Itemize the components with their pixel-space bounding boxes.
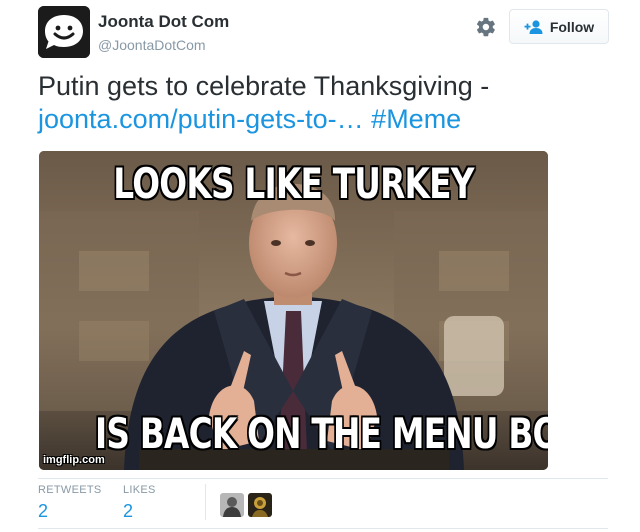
stats-separator — [205, 484, 206, 520]
meme-top-caption: LOOKS LIKE TURKEY — [113, 159, 474, 208]
meme-bottom-caption: IS BACK ON THE MENU BOYS — [94, 409, 548, 458]
smiley-chat-bubble-icon — [38, 6, 90, 58]
divider — [38, 528, 608, 529]
tweet-header: Joonta Dot Com @JoontaDotCom Follow — [0, 0, 640, 64]
add-user-icon — [524, 19, 543, 34]
follow-label: Follow — [549, 18, 595, 35]
follow-button[interactable]: Follow — [509, 9, 609, 44]
retweets-stat[interactable]: RETWEETS 2 — [38, 484, 102, 522]
meme-image[interactable]: LOOKS LIKE TURKEY IS BACK ON THE MENU BO… — [39, 151, 548, 470]
divider — [38, 478, 608, 479]
likes-label: LIKES — [123, 484, 156, 496]
retweets-label: RETWEETS — [38, 484, 102, 496]
tweet-link[interactable]: joonta.com/putin-gets-to-… — [38, 104, 364, 134]
gear-icon[interactable] — [475, 16, 497, 38]
tweet-body: Putin gets to celebrate Thanksgiving - — [38, 71, 490, 101]
retweets-count[interactable]: 2 — [38, 501, 102, 522]
likes-stat[interactable]: LIKES 2 — [123, 484, 156, 522]
tweet-stats: RETWEETS 2 LIKES 2 — [38, 484, 608, 524]
author-name[interactable]: Joonta Dot Com — [98, 12, 229, 32]
liker-avatar[interactable] — [248, 493, 272, 517]
liker-avatar[interactable] — [220, 493, 244, 517]
hashtag-link[interactable]: #Meme — [371, 104, 461, 134]
imgflip-watermark: imgflip.com — [43, 454, 105, 466]
author-handle[interactable]: @JoontaDotCom — [98, 37, 206, 53]
likes-count[interactable]: 2 — [123, 501, 156, 522]
avatar[interactable] — [38, 6, 90, 58]
tweet-text: Putin gets to celebrate Thanksgiving - j… — [38, 70, 618, 136]
